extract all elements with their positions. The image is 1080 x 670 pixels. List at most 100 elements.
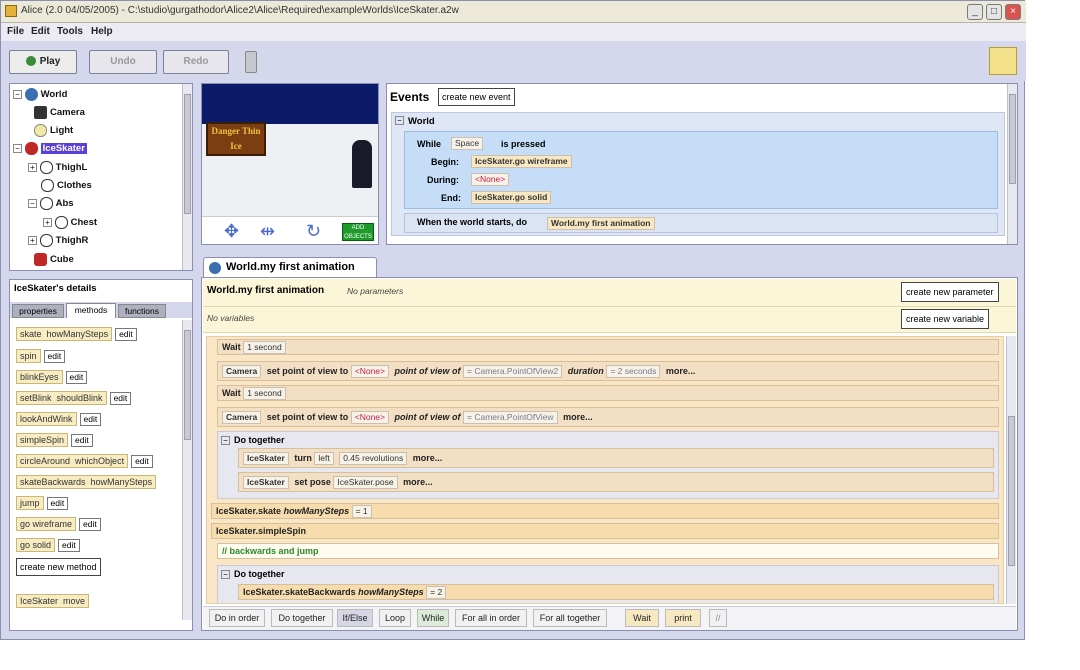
- add-objects-button[interactable]: ADD OBJECTS: [342, 223, 374, 241]
- menu-file[interactable]: File: [7, 26, 24, 37]
- play-button[interactable]: Play: [9, 50, 77, 74]
- edit-button[interactable]: edit: [58, 539, 80, 552]
- end-method[interactable]: IceSkater.go solid: [471, 191, 552, 204]
- do-in-order-button[interactable]: Do in order: [209, 609, 265, 627]
- collapse-icon[interactable]: −: [13, 143, 22, 153]
- create-new-event-button[interactable]: create new event: [438, 88, 515, 106]
- loop-button[interactable]: Loop: [379, 609, 411, 627]
- during-method[interactable]: <None>: [471, 173, 510, 186]
- stmt-iceskater-turn[interactable]: IceSkater turn left 0.45 revolutions mor…: [238, 448, 994, 468]
- world-starts-event[interactable]: When the world starts, do World.my first…: [404, 213, 998, 233]
- editor-tab[interactable]: World.my first animation: [203, 257, 377, 277]
- tree-item-light[interactable]: Light: [34, 122, 73, 139]
- method-circlearound[interactable]: circleAround whichObject edit: [16, 454, 153, 468]
- expand-icon[interactable]: +: [28, 162, 37, 172]
- do-together-block-2[interactable]: − Do together IceSkater.skateBackwards h…: [217, 565, 999, 603]
- print-button[interactable]: print: [665, 609, 701, 627]
- move-camera-updown-icon[interactable]: ⇹: [260, 221, 275, 242]
- expand-icon[interactable]: +: [43, 217, 52, 227]
- close-button[interactable]: ×: [1005, 4, 1021, 20]
- tab-methods[interactable]: methods: [66, 303, 116, 318]
- collapse-icon[interactable]: −: [221, 436, 230, 445]
- clipboard-icon[interactable]: [989, 47, 1017, 75]
- stmt-skate[interactable]: IceSkater.skate howManySteps = 1: [211, 503, 999, 519]
- collapse-icon[interactable]: −: [395, 116, 404, 125]
- more-button[interactable]: more...: [666, 366, 696, 376]
- details-scrollbar[interactable]: [182, 320, 192, 620]
- edit-button[interactable]: edit: [43, 350, 66, 363]
- edit-button[interactable]: edit: [46, 497, 69, 510]
- do-together-button[interactable]: Do together: [271, 609, 333, 627]
- collapse-icon[interactable]: −: [221, 570, 230, 579]
- key-selector[interactable]: Space: [451, 137, 484, 150]
- stmt-comment[interactable]: // backwards and jump: [217, 543, 999, 559]
- stmt-wait-1[interactable]: Wait 1 second: [217, 339, 999, 355]
- method-spin[interactable]: spin edit: [16, 349, 66, 363]
- for-all-together-button[interactable]: For all together: [533, 609, 607, 627]
- method-skatebackwards[interactable]: skateBackwards howManySteps: [16, 475, 157, 489]
- begin-method[interactable]: IceSkater.go wireframe: [471, 155, 572, 168]
- stmt-simplespin[interactable]: IceSkater.simpleSpin: [211, 523, 999, 539]
- wait-button[interactable]: Wait: [625, 609, 659, 627]
- edit-button[interactable]: edit: [71, 434, 93, 447]
- tree-item-thighr[interactable]: + ThighR: [28, 232, 88, 249]
- tree-item-chest[interactable]: + Chest: [43, 214, 97, 231]
- edit-button[interactable]: edit: [79, 518, 101, 531]
- edit-button[interactable]: edit: [131, 455, 153, 468]
- tab-properties[interactable]: properties: [12, 304, 64, 318]
- menu-edit[interactable]: Edit: [31, 26, 50, 37]
- redo-button[interactable]: Redo: [163, 50, 229, 74]
- stmt-skatebackwards[interactable]: IceSkater.skateBackwards howManySteps = …: [238, 584, 994, 600]
- scene-view[interactable]: Danger Thin Ice ✥ ⇹ ↻ ADD OBJECTS: [201, 83, 379, 245]
- method-go-wireframe[interactable]: go wireframe edit: [16, 517, 101, 531]
- stmt-wait-2[interactable]: Wait 1 second: [217, 385, 999, 401]
- method-skate[interactable]: skate howManySteps edit: [16, 327, 137, 341]
- expand-icon[interactable]: +: [28, 235, 37, 245]
- while-event[interactable]: While Space is pressed Begin: IceSkater.…: [404, 131, 998, 209]
- method-move[interactable]: IceSkater move: [16, 594, 90, 608]
- tree-item-camera[interactable]: Camera: [34, 104, 85, 121]
- trash-icon[interactable]: [245, 51, 257, 73]
- menu-help[interactable]: Help: [91, 26, 113, 37]
- more-button[interactable]: more...: [403, 477, 433, 487]
- comment-button[interactable]: //: [709, 609, 727, 627]
- undo-button[interactable]: Undo: [89, 50, 157, 74]
- events-scrollbar[interactable]: [1007, 84, 1017, 244]
- collapse-icon[interactable]: −: [13, 89, 22, 99]
- tree-item-abs[interactable]: − Abs: [28, 195, 74, 212]
- tree-scrollbar[interactable]: [182, 84, 192, 270]
- rotate-camera-icon[interactable]: ↻: [306, 221, 321, 242]
- editor-scrollbar[interactable]: [1006, 336, 1016, 604]
- edit-button[interactable]: edit: [79, 413, 102, 426]
- edit-button[interactable]: edit: [65, 371, 88, 384]
- edit-button[interactable]: edit: [115, 328, 137, 341]
- tree-item-thighl[interactable]: + ThighL: [28, 159, 87, 176]
- maximize-button[interactable]: □: [986, 4, 1002, 20]
- menu-tools[interactable]: Tools: [57, 26, 83, 37]
- method-setblink[interactable]: setBlink shouldBlink edit: [16, 391, 132, 405]
- more-button[interactable]: more...: [563, 412, 593, 422]
- tab-functions[interactable]: functions: [118, 304, 166, 318]
- create-new-method-button[interactable]: create new method: [16, 558, 101, 576]
- tree-item-cube[interactable]: Cube: [34, 251, 74, 268]
- method-lookandwink[interactable]: lookAndWink edit: [16, 412, 102, 426]
- tree-item-clothes[interactable]: Clothes: [41, 177, 92, 194]
- move-camera-icon[interactable]: ✥: [224, 221, 239, 242]
- do-together-block-1[interactable]: − Do together IceSkater turn left 0.45 r…: [217, 431, 999, 499]
- while-button[interactable]: While: [417, 609, 449, 627]
- stmt-iceskater-setpose[interactable]: IceSkater set pose IceSkater.pose more..…: [238, 472, 994, 492]
- create-new-parameter-button[interactable]: create new parameter: [901, 282, 999, 302]
- method-jump[interactable]: jump edit: [16, 496, 69, 510]
- collapse-icon[interactable]: −: [28, 198, 37, 208]
- stmt-camera-pov-1[interactable]: Camera set point of view to <None> point…: [217, 361, 999, 381]
- more-button[interactable]: more...: [413, 453, 443, 463]
- tree-item-iceskater[interactable]: − IceSkater: [13, 140, 87, 157]
- method-go-solid[interactable]: go solid edit: [16, 538, 80, 552]
- for-all-in-order-button[interactable]: For all in order: [455, 609, 527, 627]
- world-starts-method[interactable]: World.my first animation: [547, 217, 655, 230]
- stmt-camera-pov-2[interactable]: Camera set point of view to <None> point…: [217, 407, 999, 427]
- method-simplespin[interactable]: simpleSpin edit: [16, 433, 93, 447]
- edit-button[interactable]: edit: [109, 392, 132, 405]
- minimize-button[interactable]: _: [967, 4, 983, 20]
- if-else-button[interactable]: If/Else: [337, 609, 373, 627]
